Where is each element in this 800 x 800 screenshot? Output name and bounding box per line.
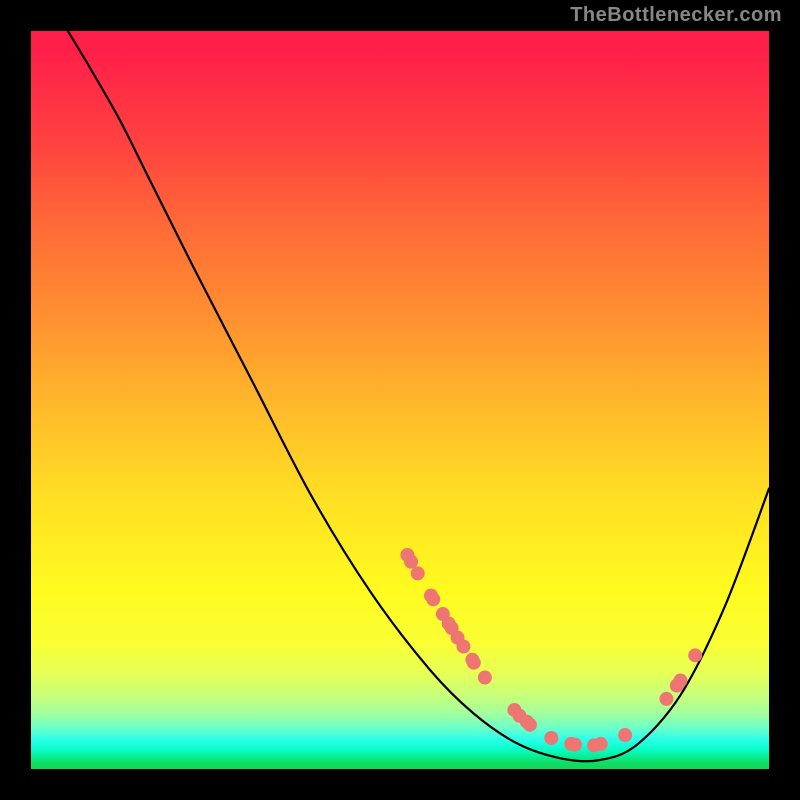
chart-marker (456, 639, 470, 653)
chart-marker (426, 592, 440, 606)
chart-svg (31, 31, 769, 769)
chart-marker (467, 656, 481, 670)
chart-marker (404, 555, 418, 569)
chart-marker (673, 673, 687, 687)
chart-marker (568, 738, 582, 752)
chart-plot-area (31, 31, 769, 769)
chart-curve (68, 31, 769, 761)
chart-marker (478, 670, 492, 684)
chart-marker (544, 731, 558, 745)
chart-marker (594, 737, 608, 751)
chart-markers (400, 548, 702, 752)
attribution-text: TheBottlenecker.com (570, 4, 782, 27)
chart-marker (618, 728, 632, 742)
chart-marker (523, 718, 537, 732)
chart-marker (659, 692, 673, 706)
chart-marker (411, 566, 425, 580)
chart-marker (688, 648, 702, 662)
